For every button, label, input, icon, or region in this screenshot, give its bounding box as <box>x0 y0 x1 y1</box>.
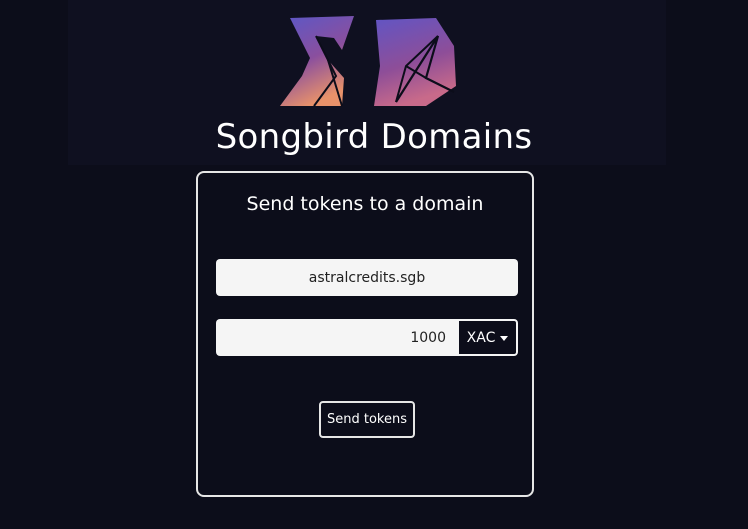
send-tokens-card: Send tokens to a domain XAC Send tokens <box>196 171 534 497</box>
songbird-logo-icon <box>280 16 456 107</box>
domain-input[interactable] <box>216 259 518 296</box>
amount-input[interactable] <box>216 319 458 356</box>
token-select-label: XAC <box>466 329 496 346</box>
amount-input-group: XAC <box>216 319 518 356</box>
send-tokens-button[interactable]: Send tokens <box>319 401 415 438</box>
card-title: Send tokens to a domain <box>246 193 484 215</box>
caret-down-icon <box>500 335 509 341</box>
token-select-dropdown[interactable]: XAC <box>458 319 518 356</box>
brand-title: Songbird Domains <box>215 117 533 157</box>
